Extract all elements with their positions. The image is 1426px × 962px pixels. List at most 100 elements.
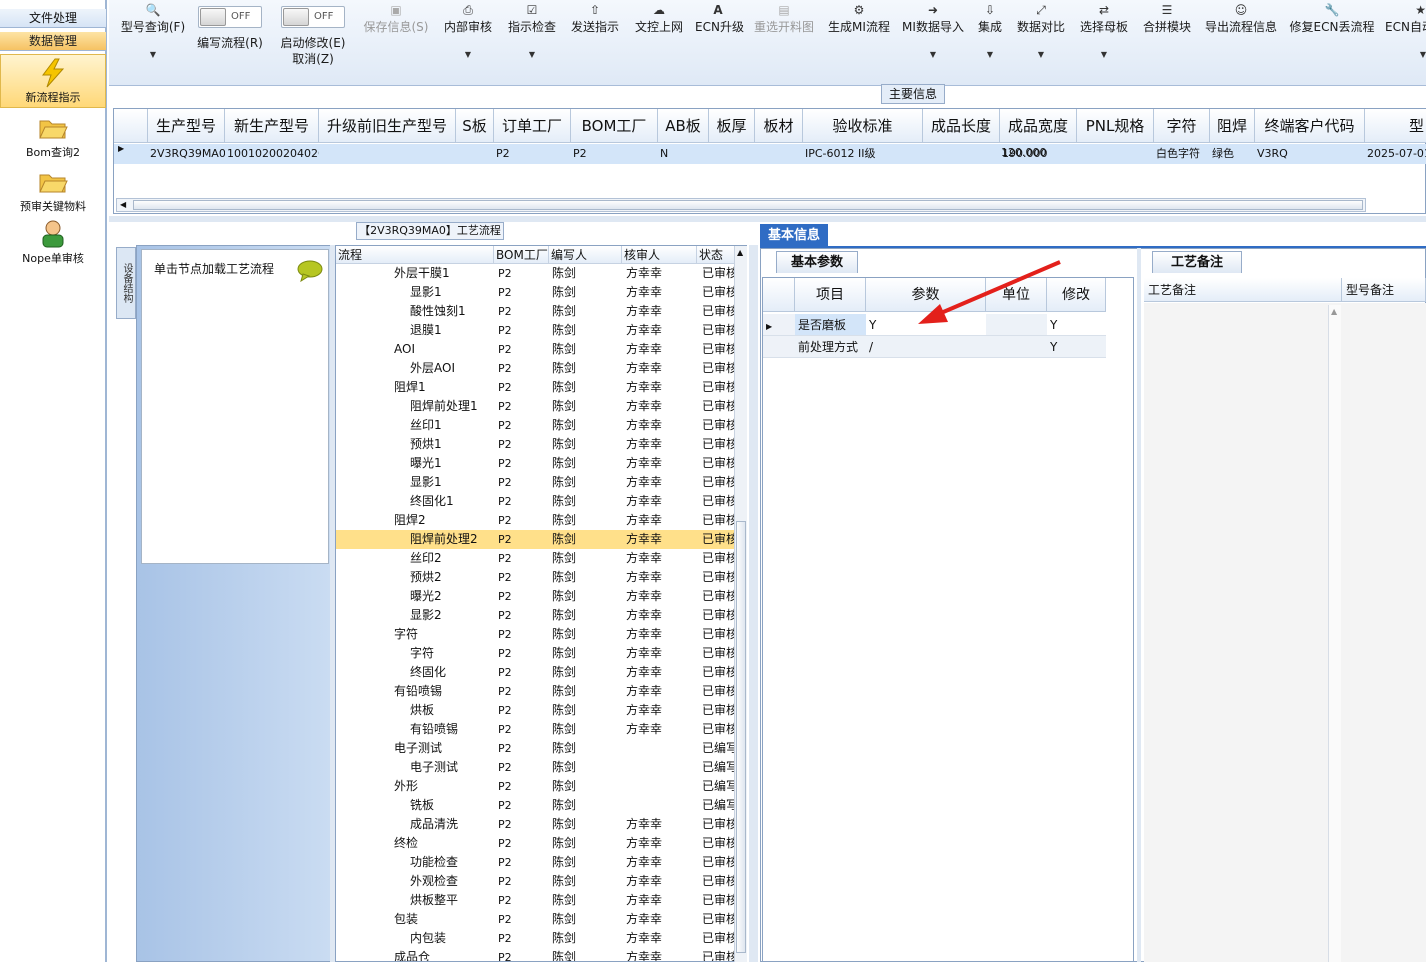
- col-header[interactable]: 编写人: [549, 246, 622, 264]
- table-row[interactable]: -AOIP2陈剑方幸幸已审核: [336, 340, 736, 359]
- regen-drawing-button[interactable]: ▤ 重选开料图: [751, 0, 817, 70]
- col-header[interactable]: 阻焊: [1210, 109, 1255, 143]
- horizontal-scrollbar[interactable]: ◀: [116, 198, 1366, 212]
- cell-modify[interactable]: Y: [1047, 336, 1106, 358]
- scroll-left-icon[interactable]: ◀: [120, 199, 126, 211]
- table-row[interactable]: -电子测试P2陈剑已编写: [336, 739, 736, 758]
- table-row[interactable]: 外观检查 P2 陈剑 方幸幸 已审核: [336, 872, 736, 891]
- model-query-button[interactable]: 🔍 型号查询(F) ▼: [117, 0, 189, 70]
- table-row[interactable]: 显影2 P2 陈剑 方幸幸 已审核: [336, 606, 736, 625]
- side-tab-equipment[interactable]: 设备结构: [116, 247, 136, 319]
- col-header[interactable]: 新生产型号: [225, 109, 319, 143]
- col-header[interactable]: BOM工厂: [571, 109, 658, 143]
- col-header[interactable]: 板材: [755, 109, 803, 143]
- table-row[interactable]: -字符P2陈剑方幸幸已审核: [336, 625, 736, 644]
- tab-basic-info[interactable]: 基本信息: [760, 224, 828, 248]
- dropdown-arrow-icon[interactable]: ▼: [901, 48, 965, 62]
- table-row[interactable]: 丝印2 P2 陈剑 方幸幸 已审核: [336, 549, 736, 568]
- nav-item-nope-review[interactable]: Nope单审核: [0, 218, 106, 266]
- table-row[interactable]: -包装P2陈剑方幸幸已审核: [336, 910, 736, 929]
- internal-review-button[interactable]: ⎙ 内部审核 ▼: [441, 0, 495, 70]
- ecn-auto-button[interactable]: ★ ECN自动 ▼: [1385, 0, 1426, 70]
- col-header[interactable]: 字符: [1154, 109, 1210, 143]
- table-row[interactable]: 有铅喷锡 P2 陈剑 方幸幸 已审核: [336, 720, 736, 739]
- cell-param-input[interactable]: /: [866, 336, 986, 358]
- table-row[interactable]: 终固化1 P2 陈剑 方幸幸 已审核: [336, 492, 736, 511]
- cell-new-model[interactable]: 10010200204026: [225, 144, 319, 164]
- instruct-check-button[interactable]: ☑ 指示检查 ▼: [505, 0, 559, 70]
- select-master-button[interactable]: ⇄ 选择母板 ▼: [1077, 0, 1131, 70]
- table-row[interactable]: -外层干膜1P2陈剑方幸幸已审核: [336, 264, 736, 283]
- nav-item-bom-query[interactable]: Bom查询2: [0, 112, 106, 160]
- dropdown-arrow-icon[interactable]: ▼: [1077, 48, 1131, 62]
- vertical-splitter[interactable]: [749, 245, 758, 962]
- cell-solder-mask[interactable]: 绿色: [1210, 144, 1255, 164]
- col-header[interactable]: 验收标准: [803, 109, 923, 143]
- col-header[interactable]: AB板: [658, 109, 709, 143]
- gen-mi-flow-button[interactable]: ⚙ 生成MI流程: [827, 0, 891, 70]
- col-header[interactable]: 型: [1365, 109, 1426, 143]
- fix-ecn-button[interactable]: 🔧 修复ECN丢流程: [1289, 0, 1375, 70]
- table-row[interactable]: 预烘2 P2 陈剑 方幸幸 已审核: [336, 568, 736, 587]
- table-row[interactable]: 曝光2 P2 陈剑 方幸幸 已审核: [336, 587, 736, 606]
- table-row[interactable]: 终固化 P2 陈剑 方幸幸 已审核: [336, 663, 736, 682]
- data-compare-button[interactable]: ⤢ 数据对比 ▼: [1015, 0, 1067, 70]
- cell-item[interactable]: 是否磨板: [795, 314, 866, 336]
- dropdown-arrow-icon[interactable]: ▼: [975, 48, 1005, 62]
- table-row[interactable]: 退膜1 P2 陈剑 方幸幸 已审核: [336, 321, 736, 340]
- horizontal-splitter[interactable]: [109, 216, 1426, 222]
- doc-online-button[interactable]: ☁ 文控上网: [633, 0, 685, 70]
- col-header[interactable]: 流程: [336, 246, 494, 264]
- table-row[interactable]: -阻焊1P2陈剑方幸幸已审核: [336, 378, 736, 397]
- cell-acceptance-standard[interactable]: IPC-6012 II级: [803, 144, 923, 164]
- scroll-thumb[interactable]: [736, 521, 746, 953]
- tab-basic-params[interactable]: 基本参数: [776, 251, 858, 273]
- integrate-button[interactable]: ⇩ 集成 ▼: [975, 0, 1005, 70]
- table-row[interactable]: 功能检查 P2 陈剑 方幸幸 已审核: [336, 853, 736, 872]
- cell-order-factory[interactable]: P2: [494, 144, 571, 164]
- cell-unit[interactable]: [986, 336, 1047, 358]
- table-row[interactable]: 外层AOI P2 陈剑 方幸幸 已审核: [336, 359, 736, 378]
- cell-width[interactable]: 120.000: [999, 143, 1076, 163]
- merge-module-button[interactable]: ☰ 合拼模块: [1141, 0, 1193, 70]
- dropdown-arrow-icon[interactable]: ▼: [117, 48, 189, 62]
- col-header[interactable]: 终端客户代码: [1255, 109, 1365, 143]
- col-header[interactable]: 状态: [697, 246, 735, 264]
- table-row[interactable]: 内包装 P2 陈剑 方幸幸 已审核: [336, 929, 736, 948]
- cell-date[interactable]: 2025-07-01: [1365, 144, 1426, 164]
- cell-character[interactable]: 白色字符: [1154, 144, 1210, 164]
- table-row[interactable]: 曝光1 P2 陈剑 方幸幸 已审核: [336, 454, 736, 473]
- col-header[interactable]: 成品宽度: [1000, 109, 1077, 143]
- table-row[interactable]: -终检P2陈剑方幸幸已审核: [336, 834, 736, 853]
- dropdown-arrow-icon[interactable]: ▼: [1385, 48, 1426, 62]
- nav-tab-file[interactable]: 文件处理: [0, 9, 106, 28]
- remark-scrollbar[interactable]: ▲: [1328, 305, 1341, 962]
- table-row[interactable]: 铣板 P2 陈剑 已编写: [336, 796, 736, 815]
- table-row[interactable]: 显影1 P2 陈剑 方幸幸 已审核: [336, 283, 736, 302]
- dropdown-arrow-icon[interactable]: ▼: [505, 48, 559, 62]
- send-instruct-button[interactable]: ⇧ 发送指示: [569, 0, 621, 70]
- dropdown-arrow-icon[interactable]: ▼: [441, 48, 495, 62]
- nav-item-new-flow[interactable]: 新流程指示: [0, 54, 106, 108]
- col-header[interactable]: 成品长度: [923, 109, 1000, 143]
- scroll-up-icon[interactable]: ▲: [1331, 307, 1337, 316]
- ecn-upgrade-button[interactable]: A ECN升级: [695, 0, 744, 70]
- write-flow-toggle[interactable]: OFF: [198, 6, 262, 28]
- col-header-process-remark[interactable]: 工艺备注: [1144, 278, 1342, 302]
- col-header[interactable]: 订单工厂: [494, 109, 571, 143]
- scroll-thumb[interactable]: [133, 200, 1363, 210]
- scroll-up-icon[interactable]: ▲: [737, 248, 743, 257]
- cancel-button[interactable]: 取消(Z): [275, 52, 351, 66]
- mi-import-button[interactable]: ➜ MI数据导入 ▼: [901, 0, 965, 70]
- col-header[interactable]: S板: [456, 109, 494, 143]
- export-flow-button[interactable]: ☺ 导出流程信息: [1203, 0, 1279, 70]
- table-row[interactable]: ▶ 2V3RQ39MA0 10010200204026 P2 P2 N IPC-…: [114, 144, 1426, 164]
- hint-box[interactable]: [141, 249, 329, 564]
- col-header[interactable]: 项目: [795, 278, 866, 312]
- nav-tab-data[interactable]: 数据管理: [0, 32, 106, 51]
- table-row[interactable]: 成品清洗 P2 陈剑 方幸幸 已审核: [336, 815, 736, 834]
- table-row[interactable]: -外形P2陈剑已编写: [336, 777, 736, 796]
- cell-production-model[interactable]: 2V3RQ39MA0: [148, 144, 225, 164]
- cell-ab-board[interactable]: N: [658, 144, 709, 164]
- save-info-button[interactable]: ▣ 保存信息(S): [361, 0, 431, 70]
